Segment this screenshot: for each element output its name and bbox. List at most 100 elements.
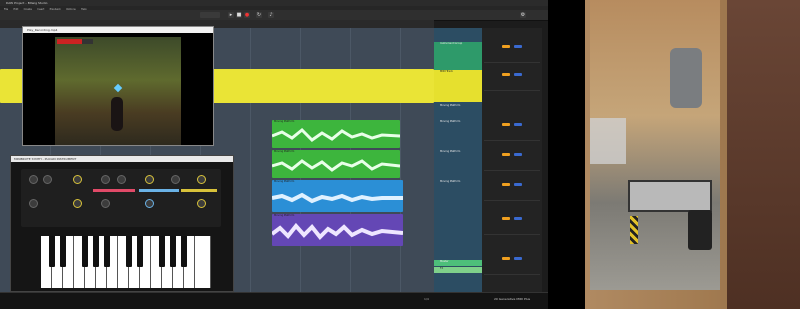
gear-icon: ⚙ [520, 12, 526, 18]
mute-button[interactable] [514, 257, 522, 260]
loop-icon: ↻ [256, 12, 262, 18]
mute-button[interactable] [514, 73, 522, 76]
play-button[interactable]: ▸ [228, 12, 234, 18]
synth-plugin-window[interactable]: MINIBRUTE SYNTH - PLUGIN INSTRUMENT [10, 155, 234, 292]
send-button[interactable] [502, 183, 510, 186]
metronome-button[interactable]: ♪ [268, 12, 274, 18]
send-button[interactable] [502, 217, 510, 220]
health-bar [57, 39, 93, 44]
booth-wall [727, 0, 800, 309]
knob[interactable] [171, 175, 180, 184]
settings-button[interactable]: ⚙ [520, 12, 526, 18]
knob[interactable] [117, 175, 126, 184]
page-indicator: 1/4 [424, 297, 429, 301]
daw-window: DAW Project – Bitwig Studio File Edit Cr… [0, 0, 548, 309]
audio-clip[interactable]: Moving Platform [272, 180, 403, 212]
mute-button[interactable] [514, 153, 522, 156]
mixer-panel [482, 28, 542, 292]
video-window-title: Play_Recording.mp4 [23, 27, 213, 33]
performer [670, 48, 702, 108]
track-header[interactable]: Instrument Group [434, 42, 482, 70]
black-key[interactable] [93, 236, 99, 267]
knob[interactable] [145, 199, 154, 208]
black-key[interactable] [126, 236, 132, 267]
black-key[interactable] [60, 236, 66, 267]
track-header[interactable]: MIDI Track [434, 70, 482, 102]
black-key[interactable] [181, 236, 187, 267]
section-stripe [181, 189, 217, 192]
channel-strip [484, 150, 540, 171]
status-selection: 20 Generative MIDI Plus [494, 297, 531, 301]
track-name: Master [440, 260, 449, 263]
mute-button[interactable] [514, 123, 522, 126]
synth-control-panel [21, 169, 221, 227]
black-key[interactable] [159, 236, 165, 267]
track-name: Moving Platform [440, 150, 461, 153]
piano-keyboard[interactable] [41, 236, 211, 288]
send-button[interactable] [502, 73, 510, 76]
play-icon: ▸ [229, 12, 233, 18]
track-name: Moving Platform [440, 104, 461, 107]
grid-line [250, 28, 251, 292]
knob[interactable] [145, 175, 154, 184]
foley-box [628, 180, 712, 212]
knob[interactable] [197, 175, 206, 184]
warning-sign [630, 216, 638, 244]
black-key[interactable] [170, 236, 176, 267]
video-window[interactable]: Play_Recording.mp4 [22, 26, 214, 146]
send-button[interactable] [502, 153, 510, 156]
player-character [111, 97, 123, 131]
audio-clip[interactable]: Moving Platform [272, 120, 400, 148]
track-name: Moving Platform [440, 120, 461, 123]
synth-window-title: MINIBRUTE SYNTH - PLUGIN INSTRUMENT [11, 156, 233, 162]
audio-clip[interactable]: Moving Platform [272, 214, 403, 246]
knob[interactable] [101, 199, 110, 208]
objective-marker-icon [113, 83, 123, 93]
track-header[interactable]: Moving Platform [434, 150, 482, 178]
track-header[interactable]: Master [434, 260, 482, 266]
mute-button[interactable] [514, 183, 522, 186]
knob[interactable] [29, 175, 38, 184]
mute-button[interactable] [514, 45, 522, 48]
plastic-bag [590, 118, 626, 164]
waveform [272, 222, 403, 240]
knob[interactable] [43, 175, 52, 184]
knob[interactable] [29, 199, 38, 208]
channel-strip [484, 254, 540, 275]
mute-button[interactable] [514, 217, 522, 220]
track-name: MIDI Track [440, 70, 453, 73]
grid-line [400, 28, 401, 292]
channel-strip [484, 180, 540, 201]
send-button[interactable] [502, 123, 510, 126]
channel-strip [484, 70, 540, 91]
track-header[interactable]: Moving Platform [434, 180, 482, 212]
window-title: DAW Project – Bitwig Studio [6, 1, 48, 5]
black-key[interactable] [104, 236, 110, 267]
knob[interactable] [73, 199, 82, 208]
white-key[interactable] [195, 236, 211, 288]
waveform [272, 127, 400, 142]
loop-button[interactable]: ↻ [256, 12, 262, 18]
black-key[interactable] [49, 236, 55, 267]
send-button[interactable] [502, 257, 510, 260]
channel-strip [484, 42, 540, 63]
track-header[interactable]: Moving Platform [434, 120, 482, 148]
track-header[interactable]: Moving Platform [434, 104, 482, 118]
tempo-display[interactable] [200, 12, 220, 18]
knob[interactable] [101, 175, 110, 184]
black-key[interactable] [82, 236, 88, 267]
channel-strip [484, 120, 540, 141]
knob[interactable] [73, 175, 82, 184]
stop-button[interactable]: ■ [236, 12, 242, 18]
send-button[interactable] [502, 45, 510, 48]
track-header[interactable]: FX [434, 267, 482, 273]
recording-booth-scene [590, 0, 720, 290]
section-stripe [93, 189, 135, 192]
knob[interactable] [197, 199, 206, 208]
black-key[interactable] [137, 236, 143, 267]
waveform [272, 192, 403, 204]
status-bar: 1/4 20 Generative MIDI Plus [0, 292, 548, 309]
metronome-icon: ♪ [269, 12, 273, 18]
record-button[interactable]: ● [244, 12, 250, 18]
audio-clip[interactable]: Moving Platform [272, 150, 400, 178]
